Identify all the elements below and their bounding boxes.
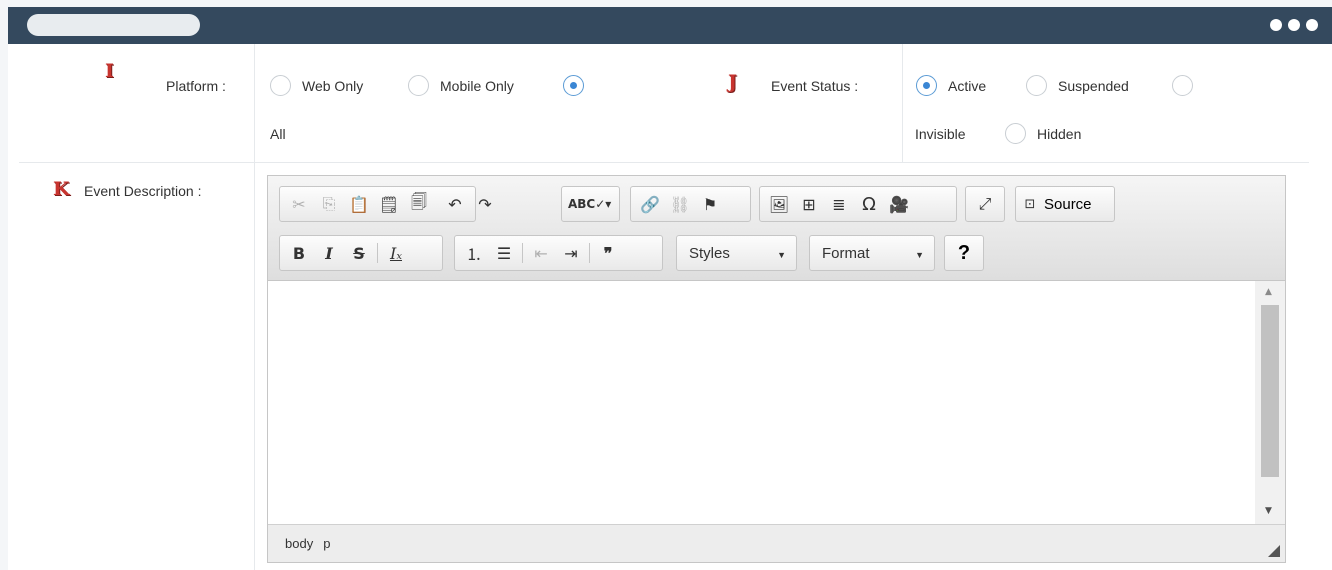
radio-icon[interactable] (1005, 123, 1026, 144)
divider (902, 44, 903, 163)
source-icon: ⊡ (1024, 196, 1036, 212)
platform-label-cell: I Platform : (19, 44, 255, 162)
paste-text-icon[interactable]: 🗒 (376, 190, 402, 218)
image-icon[interactable]: 🖼 (766, 190, 792, 218)
dot-icon (1270, 19, 1282, 31)
dot-icon (1306, 19, 1318, 31)
list-group: ⒈ ☰ ⇤ ⇥ ❞ (454, 235, 663, 271)
indent-icon[interactable]: ⇥ (558, 239, 584, 267)
separator (377, 243, 378, 263)
link-group: 🔗 ⛓ ⚑ (630, 186, 751, 222)
radio-icon[interactable] (1172, 75, 1193, 96)
spellcheck-icon[interactable]: ABC✓▾ (568, 190, 611, 218)
separator (589, 243, 590, 263)
scroll-down-icon[interactable]: ▼ (1265, 506, 1272, 516)
maximize-icon[interactable]: ⤢ (972, 190, 998, 218)
spellcheck-group: ABC✓▾ (561, 186, 620, 222)
help-icon: ? (957, 241, 971, 264)
scroll-up-icon[interactable]: ▲ (1265, 287, 1272, 297)
description-label-cell: K Event Description : (19, 163, 255, 570)
copy-icon[interactable]: ⎘ (316, 190, 342, 218)
title-placeholder (27, 14, 200, 36)
styles-label: Styles (689, 244, 730, 262)
radio-label: Web Only (302, 77, 364, 94)
radio-icon[interactable] (408, 75, 429, 96)
chevron-down-icon: ▼ (915, 250, 924, 260)
event-description-label: Event Description : (84, 183, 202, 199)
source-label: Source (1044, 195, 1092, 213)
editor-content-area[interactable] (268, 281, 1254, 524)
paste-word-icon[interactable]: 🗐 (406, 190, 432, 218)
window-menu-icon[interactable] (1270, 19, 1318, 31)
format-label: Format (822, 244, 870, 262)
path-body[interactable]: body (285, 536, 313, 551)
source-button[interactable]: ⊡ Source (1015, 186, 1115, 222)
undo-icon[interactable]: ↶ (442, 190, 468, 218)
table-icon[interactable]: ⊞ (796, 190, 822, 218)
basic-style-group: B I S Iₓ (279, 235, 443, 271)
help-button[interactable]: ? (944, 235, 984, 271)
radio-label: Hidden (1037, 125, 1082, 142)
radio-icon[interactable] (1026, 75, 1047, 96)
outdent-icon[interactable]: ⇤ (528, 239, 554, 267)
path-p[interactable]: p (323, 536, 330, 551)
redo-icon[interactable]: ↷ (472, 190, 498, 218)
styles-dropdown[interactable]: Styles ▼ (676, 235, 797, 271)
platform-label: Platform : (166, 78, 226, 94)
status-radio-invisible[interactable] (1172, 75, 1204, 96)
strike-icon[interactable]: S (346, 239, 372, 267)
status-radio-active[interactable]: Active (916, 75, 986, 96)
platform-radio-mobile-only[interactable]: Mobile Only (408, 75, 514, 96)
special-char-icon[interactable]: Ω (856, 190, 882, 218)
editor-path-bar: body p (268, 524, 1285, 562)
horizontal-rule-icon[interactable]: ≣ (826, 190, 852, 218)
maximize-group: ⤢ (965, 186, 1005, 222)
status-invisible-label: Invisible (915, 126, 966, 142)
editor-toolbar: ✂ ⎘ 📋 🗒 🗐 ↶ ↷ ABC✓▾ 🔗 ⛓ ⚑ 🖼 ⊞ ≣ Ω 🎥 ⤢ ⊡ … (268, 176, 1285, 281)
platform-all-label: All (270, 126, 286, 142)
bold-icon[interactable]: B (286, 239, 312, 267)
title-bar (8, 7, 1332, 44)
insert-group: 🖼 ⊞ ≣ Ω 🎥 (759, 186, 957, 222)
radio-label: Suspended (1058, 77, 1129, 94)
editor-scrollbar[interactable]: ▲ ▼ (1255, 281, 1285, 524)
numbered-list-icon[interactable]: ⒈ (461, 239, 487, 267)
link-icon[interactable]: 🔗 (637, 190, 663, 218)
paste-icon[interactable]: 📋 (346, 190, 372, 218)
blockquote-icon[interactable]: ❞ (595, 239, 621, 267)
dot-icon (1288, 19, 1300, 31)
format-dropdown[interactable]: Format ▼ (809, 235, 935, 271)
rich-text-editor: ✂ ⎘ 📋 🗒 🗐 ↶ ↷ ABC✓▾ 🔗 ⛓ ⚑ 🖼 ⊞ ≣ Ω 🎥 ⤢ ⊡ … (267, 175, 1286, 563)
radio-label: Mobile Only (440, 77, 514, 94)
badge-i: I (105, 60, 114, 82)
chevron-down-icon: ▼ (777, 250, 786, 260)
anchor-flag-icon[interactable]: ⚑ (697, 190, 723, 218)
separator (522, 243, 523, 263)
italic-icon[interactable]: I (316, 239, 342, 267)
radio-label: Active (948, 77, 987, 94)
platform-radio-web-only[interactable]: Web Only (270, 75, 363, 96)
cut-icon[interactable]: ✂ (286, 190, 312, 218)
platform-radio-all[interactable] (563, 75, 595, 96)
scroll-thumb[interactable] (1261, 305, 1279, 477)
clipboard-group: ✂ ⎘ 📋 🗒 🗐 ↶ ↷ (279, 186, 492, 222)
radio-icon[interactable] (270, 75, 291, 96)
remove-format-icon[interactable]: Iₓ (383, 239, 409, 267)
status-radio-hidden[interactable]: Hidden (1005, 123, 1081, 144)
resize-handle-icon[interactable] (1268, 545, 1280, 557)
platform-status-row: I Platform : Web Only Mobile Only All J … (19, 44, 1309, 163)
radio-checked-icon[interactable] (563, 75, 584, 96)
unlink-icon[interactable]: ⛓ (667, 190, 693, 218)
video-icon[interactable]: 🎥 (886, 190, 912, 218)
status-radio-suspended[interactable]: Suspended (1026, 75, 1129, 96)
event-status-label: Event Status : (771, 78, 859, 94)
bulleted-list-icon[interactable]: ☰ (491, 239, 517, 267)
badge-k: K (53, 178, 70, 200)
badge-j: J (728, 71, 737, 93)
radio-checked-icon[interactable] (916, 75, 937, 96)
app-window: I Platform : Web Only Mobile Only All J … (8, 7, 1332, 570)
